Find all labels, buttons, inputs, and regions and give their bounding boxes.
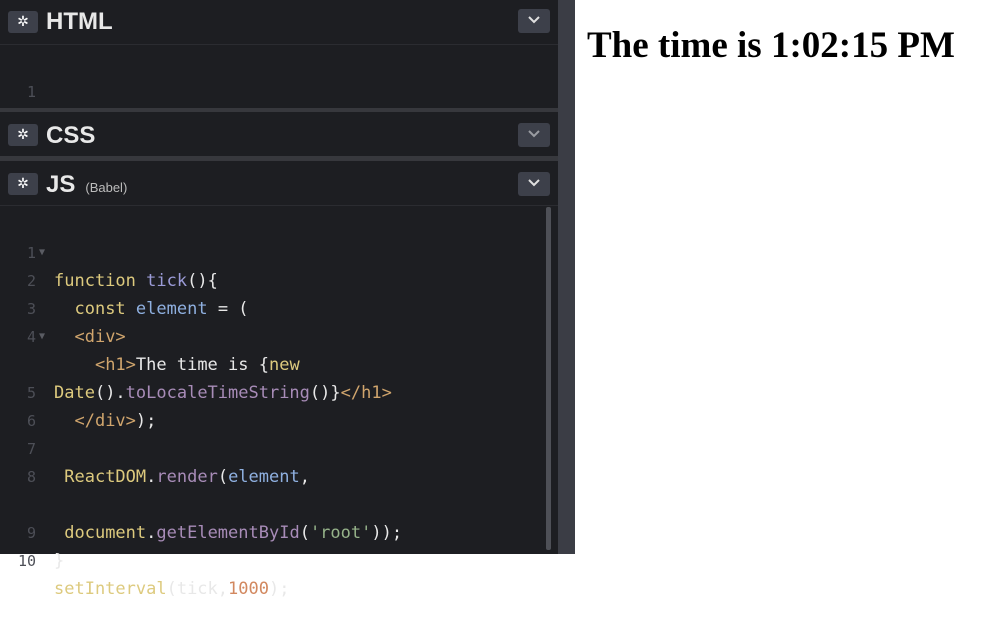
js-code-line: 8 (26, 468, 36, 486)
html-code-line: 1 <div id="root"></div> (0, 50, 269, 130)
js-code-line: document.getElementById('root')); (64, 523, 403, 543)
js-code-line: 5 </div>); (26, 384, 157, 431)
js-code-line: 9 } (26, 524, 65, 571)
css-settings-gear-icon[interactable]: ✲ (8, 124, 38, 146)
js-scrollbar[interactable] (546, 207, 551, 550)
chevron-down-icon (528, 130, 540, 138)
js-code-line: 7 ReactDOM.render(element, (26, 440, 310, 487)
js-code-line: 2 const element = ( (26, 272, 249, 319)
js-pane-title: JS (Babel) (46, 171, 128, 198)
js-code-line: 6 (26, 412, 36, 430)
js-code-area[interactable]: 1 ▼ function tick(){ 2 const element = ( … (0, 211, 546, 599)
html-pane-title: HTML (46, 8, 113, 35)
html-code-area[interactable]: 1 <div id="root"></div> (0, 50, 546, 130)
js-code-line: 1 ▼ function tick(){ (0, 211, 218, 291)
js-code-line: 3 <div> (26, 300, 126, 347)
result-preview: The time is 1:02:15 PM (575, 0, 1001, 554)
html-pane-header: ✲ HTML (0, 0, 558, 44)
css-pane-title: CSS (46, 122, 96, 149)
css-pane-header: ✲ CSS (0, 112, 558, 156)
js-code-line: Date().toLocaleTimeString()}</h1> (54, 383, 392, 403)
js-code-line: 4 ▼ <h1>The time is {new (0, 295, 300, 375)
js-pane-collapse-button[interactable] (518, 172, 550, 196)
code-editor: ✲ HTML 1 <div id="root"></div> ✲ CSS ✲ J… (0, 0, 558, 599)
css-pane-collapse-button[interactable] (518, 123, 550, 147)
js-preprocessor-label: (Babel) (85, 180, 128, 195)
chevron-down-icon (528, 16, 540, 24)
js-header-divider (0, 205, 558, 206)
js-pane-header: ✲ JS (Babel) (0, 161, 558, 205)
js-code-line: 10 setInterval(tick,1000); (17, 552, 290, 599)
time-heading: The time is 1:02:15 PM (587, 25, 955, 66)
js-settings-gear-icon[interactable]: ✲ (8, 173, 38, 195)
resize-divider[interactable] (558, 0, 575, 554)
html-pane-collapse-button[interactable] (518, 9, 550, 33)
html-settings-gear-icon[interactable]: ✲ (8, 11, 38, 33)
html-header-divider (0, 44, 558, 45)
chevron-down-icon (528, 179, 540, 187)
